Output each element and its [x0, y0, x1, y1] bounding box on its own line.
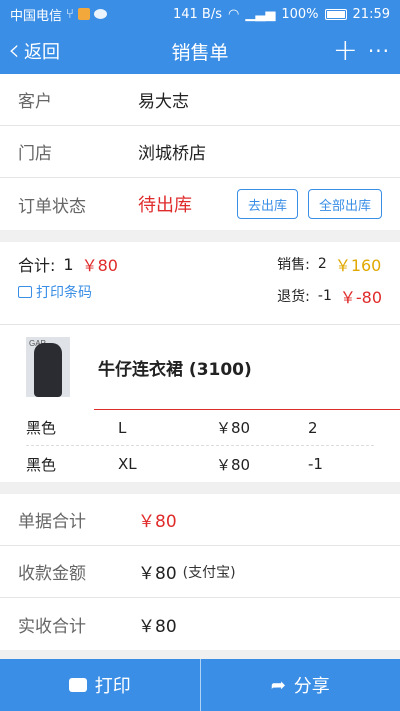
sku-qty: -1 — [308, 455, 323, 473]
totals-card: 单据合计 ￥80 收款金额 ￥80 (支付宝) 实收合计 ￥80 — [0, 494, 400, 650]
sales-amount: ￥160 — [334, 256, 382, 275]
actual-value: ￥80 — [138, 616, 177, 637]
doc-total-row: 单据合计 ￥80 — [0, 494, 400, 546]
carrier-text: 中国电信 — [10, 8, 63, 24]
status-row: 订单状态 待出库 去出库 全部出库 — [0, 178, 400, 230]
network-speed: 141 B/s — [172, 6, 223, 22]
total-amount: ￥80 — [81, 256, 118, 275]
returns-label: 退货: — [277, 289, 310, 305]
more-icon[interactable]: ··· — [368, 39, 390, 63]
share-label: 分享 — [293, 676, 330, 697]
share-icon: ➦ — [270, 674, 286, 696]
store-row: 门店 浏城桥店 — [0, 126, 400, 178]
battery-percent: 100% — [281, 6, 319, 22]
sku-price: ￥80 — [216, 419, 251, 437]
doc-total-value: ￥80 — [138, 512, 177, 532]
nav-actions: + ··· — [333, 36, 400, 66]
sku-color: 黑色 — [26, 419, 57, 437]
actual-row: 实收合计 ￥80 — [0, 598, 400, 650]
customer-value: 易大志 — [138, 92, 189, 112]
summary-right: 销售: 2 ￥160 退货: -1 ￥-80 — [277, 252, 382, 316]
store-label: 门店 — [18, 144, 52, 164]
back-label: 返回 — [24, 42, 60, 63]
ship-all-button[interactable]: 全部出库 — [307, 189, 382, 219]
received-label: 收款金额 — [18, 564, 86, 584]
status-right: 141 B/s ◠ ▁▃▅ 100% 21:59 — [173, 7, 390, 22]
received-row: 收款金额 ￥80 (支付宝) — [0, 546, 400, 598]
sku-size: L — [118, 418, 127, 437]
status-left: 中国电信 ⑂ — [10, 5, 173, 24]
sales-line: 销售: 2 ￥160 — [277, 252, 382, 276]
actual-label: 实收合计 — [18, 616, 86, 637]
status-label: 订单状态 — [18, 196, 86, 217]
usb-icon: ⑂ — [66, 6, 74, 22]
section-gap — [0, 482, 400, 494]
print-barcode-link[interactable]: 打印条码 — [18, 282, 277, 302]
received-value: ￥80 — [138, 564, 177, 584]
bottom-action-bar: 打印 ➦ 分享 — [0, 659, 400, 711]
print-label: 打印 — [94, 676, 131, 697]
returns-amount: ￥-80 — [339, 288, 382, 307]
chevron-left-icon: ‹ — [8, 33, 20, 68]
customer-row: 客户 易大志 — [0, 74, 400, 126]
total-line: 合计: 1 ￥80 — [18, 252, 277, 276]
sku-color: 黑色 — [26, 455, 57, 474]
add-icon[interactable]: + — [333, 36, 358, 66]
section-gap — [0, 230, 400, 242]
received-method: (支付宝) — [182, 564, 236, 581]
sku-qty: 2 — [308, 418, 318, 437]
returns-line: 退货: -1 ￥-80 — [277, 284, 382, 308]
printer-icon — [18, 286, 32, 298]
signal-icon: ▁▃▅ — [245, 6, 276, 22]
sales-label: 销售: — [277, 257, 310, 273]
returns-qty: -1 — [317, 288, 332, 304]
items-summary: 合计: 1 ￥80 打印条码 销售: 2 ￥160 退货: -1 ￥-80 — [0, 242, 400, 325]
product-thumbnail: GAP — [26, 337, 70, 397]
summary-left: 合计: 1 ￥80 打印条码 — [18, 252, 277, 316]
table-row: 黑色 XL ￥80 -1 — [26, 446, 374, 482]
clock: 21:59 — [352, 6, 390, 22]
back-button[interactable]: ‹ 返回 — [0, 36, 60, 66]
sku-size: XL — [118, 455, 137, 473]
wifi-icon: ◠ — [228, 6, 240, 22]
doc-total-label: 单据合计 — [18, 512, 86, 532]
store-value: 浏城桥店 — [138, 144, 206, 164]
print-barcode-label: 打印条码 — [36, 285, 92, 301]
status-bar: 中国电信 ⑂ 141 B/s ◠ ▁▃▅ 100% 21:59 — [0, 0, 400, 28]
order-info: 客户 易大志 门店 浏城桥店 订单状态 待出库 去出库 全部出库 — [0, 74, 400, 230]
share-button[interactable]: ➦ 分享 — [199, 659, 400, 711]
nav-bar: ‹ 返回 销售单 + ··· — [0, 28, 400, 74]
message-icon — [93, 9, 107, 19]
order-status: 待出库 — [138, 195, 192, 216]
dress-image — [34, 343, 62, 397]
items-card: 合计: 1 ￥80 打印条码 销售: 2 ￥160 退货: -1 ￥-80 GA… — [0, 242, 400, 482]
app-badge-icon — [77, 8, 90, 20]
print-button[interactable]: 打印 — [0, 659, 200, 711]
total-label: 合计: — [18, 256, 56, 275]
sku-table: 黑色 L ￥80 2 黑色 XL ￥80 -1 — [0, 410, 400, 482]
table-row: 黑色 L ￥80 2 — [26, 410, 374, 446]
product-row[interactable]: GAP 牛仔连衣裙 (3100) — [0, 325, 400, 409]
ship-button[interactable]: 去出库 — [236, 189, 298, 219]
battery-icon — [324, 8, 347, 20]
product-name: 牛仔连衣裙 (3100) — [98, 359, 252, 380]
customer-label: 客户 — [18, 92, 52, 112]
total-qty: 1 — [63, 254, 74, 274]
printer-icon — [68, 678, 87, 692]
sales-qty: 2 — [317, 256, 327, 272]
status-actions: 去出库 全部出库 — [236, 189, 382, 219]
sku-price: ￥80 — [216, 455, 251, 474]
